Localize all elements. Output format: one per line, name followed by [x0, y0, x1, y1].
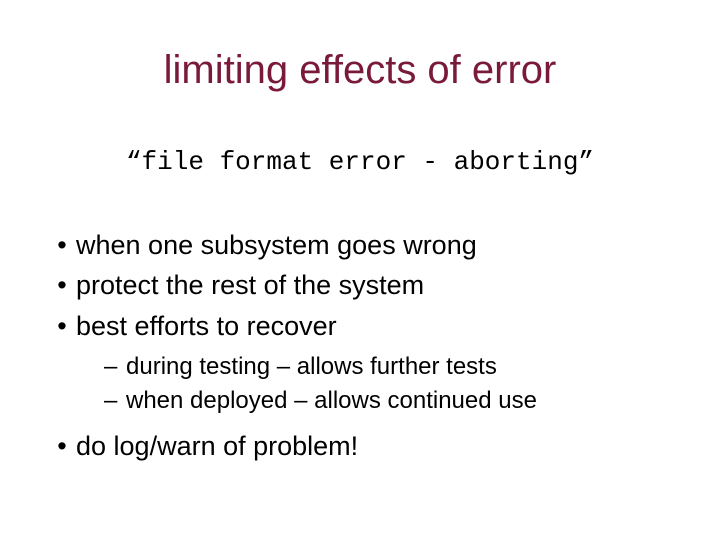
- list-item: •when one subsystem goes wrong: [48, 227, 672, 263]
- sub-bullet-text: during testing – allows further tests: [126, 353, 497, 380]
- bullet-text: protect the rest of the system: [76, 270, 424, 300]
- list-item: •best efforts to recover: [48, 308, 672, 344]
- sub-bullet-text: when deployed – allows continued use: [126, 387, 537, 414]
- dash-icon: –: [104, 384, 126, 418]
- bullet-icon: •: [48, 308, 76, 344]
- list-item: •protect the rest of the system: [48, 267, 672, 303]
- bullet-icon: •: [48, 267, 76, 303]
- sub-list-item: –when deployed – allows continued use: [104, 384, 672, 418]
- list-item: •do log/warn of problem!: [48, 428, 672, 464]
- slide-subtitle: “file format error - aborting”: [0, 147, 720, 177]
- dash-icon: –: [104, 350, 126, 384]
- sub-list: –during testing – allows further tests –…: [104, 350, 672, 417]
- bullet-text: best efforts to recover: [76, 311, 337, 341]
- slide-title: limiting effects of error: [0, 48, 720, 93]
- bullet-list: •when one subsystem goes wrong •protect …: [48, 227, 672, 468]
- bullet-text: do log/warn of problem!: [76, 431, 358, 461]
- bullet-icon: •: [48, 428, 76, 464]
- bullet-text: when one subsystem goes wrong: [76, 230, 477, 260]
- bullet-icon: •: [48, 227, 76, 263]
- slide: limiting effects of error “file format e…: [0, 0, 720, 540]
- sub-list-item: –during testing – allows further tests: [104, 350, 672, 384]
